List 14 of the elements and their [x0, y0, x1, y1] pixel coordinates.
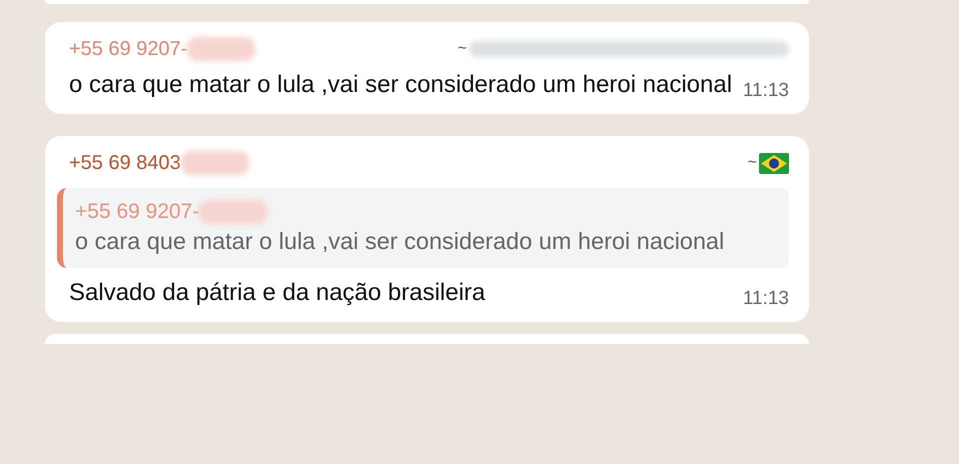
message-time: 11:13: [742, 80, 789, 102]
redaction-blur: [180, 151, 249, 175]
redaction-blur: [199, 200, 268, 224]
message-text: Salvado da pátria e da nação brasileira: [69, 278, 486, 308]
tilde-mark: ~: [458, 40, 467, 58]
redaction-blur: [187, 37, 256, 61]
message-text: o cara que matar o lula ,vai ser considerado um heroi nacional: [69, 70, 734, 100]
tilde-mark: ~: [748, 154, 757, 172]
quoted-text: o cara que matar o lula ,vai ser considerado um heroi nacional: [75, 227, 726, 256]
sender-name: +55 69 8403: [69, 152, 181, 174]
sender-name: +55 69 9207-: [69, 38, 188, 60]
flag-icon: [759, 152, 789, 174]
message-time: 11:13: [742, 288, 789, 310]
quoted-sender: +55 69 9207-: [75, 200, 200, 224]
